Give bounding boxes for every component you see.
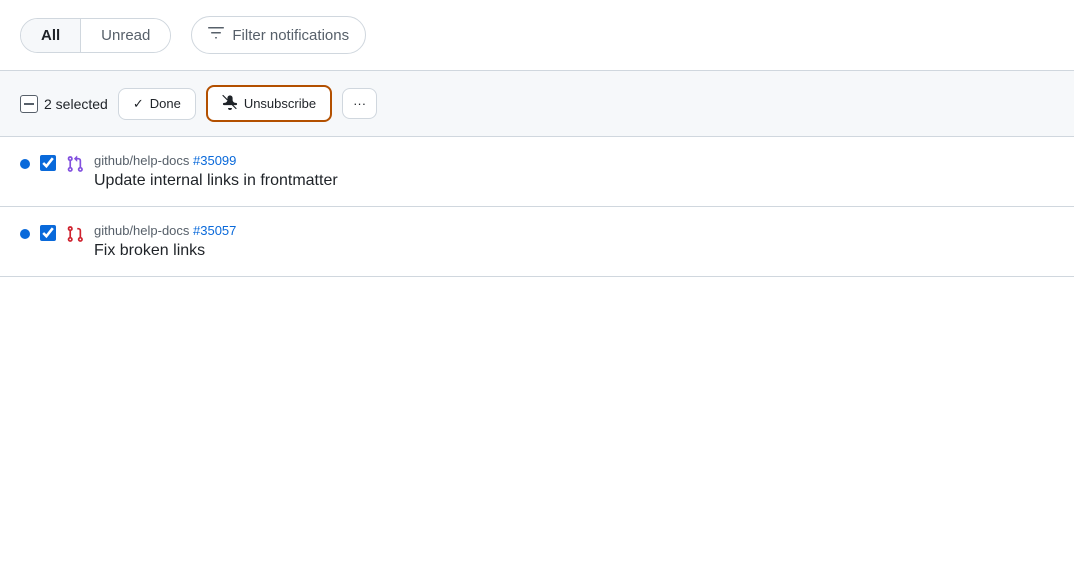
checkmark-icon: ✓: [133, 96, 144, 112]
filter-button-label: Filter notifications: [232, 27, 349, 44]
selected-count: 2 selected: [44, 96, 108, 112]
notification-content: github/help-docs #35057 Fix broken links: [94, 223, 236, 260]
unsubscribe-label: Unsubscribe: [244, 96, 316, 111]
tab-group: All Unread: [20, 18, 171, 53]
unsubscribe-button[interactable]: Unsubscribe: [206, 85, 332, 122]
issue-number: #35099: [193, 153, 236, 168]
notification-title: Update internal links in frontmatter: [94, 172, 338, 190]
notification-title: Fix broken links: [94, 242, 236, 260]
bell-off-icon: [222, 94, 238, 113]
tab-all[interactable]: All: [21, 19, 81, 52]
notification-repo-line: github/help-docs #35099: [94, 153, 338, 168]
partial-checkbox[interactable]: [20, 95, 38, 113]
repo-name: github/help-docs: [94, 153, 193, 168]
issue-number: #35057: [193, 223, 236, 238]
notification-content: github/help-docs #35099 Update internal …: [94, 153, 338, 190]
filter-button[interactable]: Filter notifications: [191, 16, 366, 54]
unread-dot: [20, 159, 30, 169]
tab-unread[interactable]: Unread: [81, 19, 170, 52]
ellipsis-icon: ···: [353, 96, 366, 111]
top-bar: All Unread Filter notifications: [0, 0, 1074, 71]
more-button[interactable]: ···: [342, 88, 377, 119]
notification-item[interactable]: github/help-docs #35057 Fix broken links: [0, 207, 1074, 277]
done-label: Done: [150, 96, 181, 111]
notification-item[interactable]: github/help-docs #35099 Update internal …: [0, 137, 1074, 207]
done-button[interactable]: ✓ Done: [118, 88, 196, 120]
pr-closed-icon: [66, 225, 84, 246]
select-indicator: 2 selected: [20, 95, 108, 113]
repo-name: github/help-docs: [94, 223, 193, 238]
notification-list: github/help-docs #35099 Update internal …: [0, 137, 1074, 277]
notification-checkbox[interactable]: [40, 155, 56, 171]
main-content: 2 selected ✓ Done Unsubscribe ···: [0, 71, 1074, 277]
notification-checkbox[interactable]: [40, 225, 56, 241]
notification-repo-line: github/help-docs #35057: [94, 223, 236, 238]
checkbox-wrap[interactable]: [40, 225, 56, 244]
action-bar: 2 selected ✓ Done Unsubscribe ···: [0, 71, 1074, 137]
unread-dot: [20, 229, 30, 239]
checkbox-wrap[interactable]: [40, 155, 56, 174]
filter-icon: [208, 25, 224, 45]
pr-icon: [66, 155, 84, 176]
